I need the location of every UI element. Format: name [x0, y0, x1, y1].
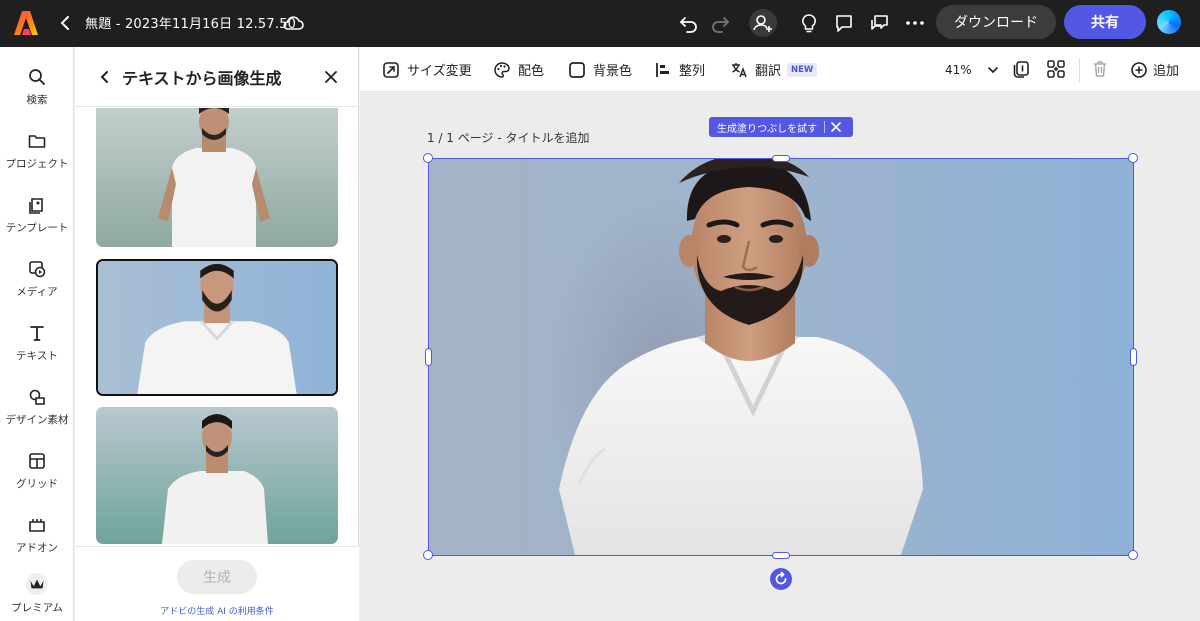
rail-item-label: プロジェクト — [5, 158, 69, 170]
share-button[interactable]: 共有 — [1064, 5, 1146, 39]
more-options-icon[interactable] — [904, 12, 926, 34]
shapes-icon — [29, 389, 45, 405]
zoom-level: 41% — [945, 62, 972, 77]
redo-icon[interactable] — [710, 12, 730, 34]
color-theme-button[interactable]: 配色 — [493, 47, 544, 92]
panel-title: テキストから画像生成 — [122, 69, 282, 88]
cloud-sync-icon[interactable] — [282, 12, 304, 34]
resize-icon — [383, 61, 399, 78]
rail-item-text[interactable]: テキスト — [0, 323, 74, 381]
resize-handle-bottom-right[interactable] — [1128, 550, 1138, 560]
rail-item-design-assets[interactable]: デザイン素材 — [0, 387, 74, 445]
toolbar-divider — [1079, 58, 1080, 82]
rotate-icon — [775, 571, 787, 585]
chevron-down-icon — [987, 66, 998, 73]
ai-terms-link[interactable]: アドビの生成 AI の利用条件 — [75, 604, 359, 617]
add-page-button[interactable]: 追加 — [1130, 47, 1179, 92]
media-icon — [29, 261, 46, 278]
rail-item-label: メディア — [16, 286, 58, 298]
close-icon[interactable] — [321, 67, 341, 87]
page-title-label[interactable]: 1 / 1 ページ - タイトルを追加 — [427, 129, 589, 146]
rail-item-templates[interactable]: テンプレート — [0, 195, 74, 253]
result-thumbnail-selected[interactable] — [96, 259, 338, 396]
resize-button[interactable]: サイズ変更 — [382, 47, 472, 92]
align-label: 整列 — [679, 64, 706, 79]
resize-handle-top[interactable] — [772, 155, 790, 162]
search-icon — [29, 69, 45, 85]
undo-icon[interactable] — [679, 12, 699, 34]
addon-icon — [29, 519, 45, 532]
generative-fill-tip-label: 生成塗りつぶしを試す — [717, 123, 818, 135]
chat-bubbles-icon[interactable] — [869, 12, 891, 34]
resize-label: サイズ変更 — [407, 64, 472, 79]
result-thumbnail[interactable] — [96, 407, 338, 544]
panel-back-icon[interactable] — [96, 67, 114, 87]
resize-handle-bottom[interactable] — [772, 552, 790, 559]
duplicate-page-icon[interactable] — [1011, 59, 1031, 79]
generate-button[interactable]: 生成 — [177, 560, 257, 594]
close-icon[interactable] — [831, 122, 841, 132]
resize-handle-right[interactable] — [1130, 348, 1137, 366]
rail-item-addons[interactable]: アドオン — [0, 515, 74, 573]
rail-item-label: プレミアム — [11, 602, 63, 614]
text-to-image-panel: テキストから画像生成 生成 アドビの生成 AI の利用条件 — [75, 47, 359, 621]
folder-icon — [28, 135, 46, 148]
left-rail: 検索 プロジェクト テンプレート メディア テキスト デザイン素材 グリッド ア… — [0, 47, 74, 621]
background-color-button[interactable]: 背景色 — [568, 47, 632, 92]
align-button[interactable]: 整列 — [654, 47, 705, 92]
translate-icon — [732, 62, 747, 77]
palette-icon — [494, 61, 510, 78]
rail-item-premium[interactable]: プレミアム — [0, 573, 74, 621]
panel-footer: 生成 アドビの生成 AI の利用条件 — [75, 546, 359, 621]
resize-handle-top-right[interactable] — [1128, 153, 1138, 163]
adobe-express-logo-icon[interactable] — [13, 9, 39, 37]
background-color-label: 背景色 — [593, 64, 633, 79]
rail-item-projects[interactable]: プロジェクト — [0, 131, 74, 189]
rail-item-label: アドオン — [16, 542, 58, 554]
tip-separator — [824, 121, 826, 133]
rail-item-label: テキスト — [16, 350, 58, 362]
canvas-image[interactable] — [429, 159, 1133, 555]
user-avatar[interactable] — [1157, 10, 1181, 34]
rail-item-search[interactable]: 検索 — [0, 67, 74, 125]
download-button[interactable]: ダウンロード — [936, 5, 1056, 39]
premium-crown-icon — [26, 573, 48, 595]
align-icon — [656, 62, 669, 77]
rail-item-grid[interactable]: グリッド — [0, 451, 74, 509]
rail-item-label: グリッド — [16, 478, 58, 490]
generative-fill-tip[interactable]: 生成塗りつぶしを試す — [709, 117, 853, 137]
top-bar: 無題 - 2023年11月16日 12.57.50 ダウンロード 共有 — [0, 0, 1200, 47]
edit-toolbar: サイズ変更 配色 背景色 整列 翻訳 NEW 41% 追加 — [360, 47, 1200, 92]
color-theme-label: 配色 — [518, 64, 545, 79]
template-icon — [29, 198, 43, 214]
grid-icon — [29, 453, 45, 469]
text-icon — [30, 326, 44, 341]
new-badge: NEW — [787, 62, 818, 77]
panel-header: テキストから画像生成 — [75, 47, 359, 107]
rail-item-label: 検索 — [26, 94, 48, 106]
resize-handle-left[interactable] — [425, 348, 432, 366]
document-title[interactable]: 無題 - 2023年11月16日 12.57.50 — [85, 13, 296, 32]
zoom-dropdown[interactable]: 41% — [945, 47, 1000, 92]
trash-icon[interactable] — [1090, 59, 1110, 79]
back-icon[interactable] — [57, 13, 75, 33]
add-label: 追加 — [1153, 64, 1180, 79]
result-thumbnail[interactable] — [96, 108, 338, 247]
rail-item-label: テンプレート — [5, 222, 69, 234]
arrange-layers-icon[interactable] — [1046, 59, 1066, 79]
background-color-icon — [569, 61, 585, 78]
invite-user-icon[interactable] — [749, 9, 777, 37]
lightbulb-icon[interactable] — [799, 12, 819, 34]
resize-handle-bottom-left[interactable] — [423, 550, 433, 560]
translate-label: 翻訳 — [755, 64, 782, 79]
plus-circle-icon — [1131, 61, 1147, 78]
rotate-handle[interactable] — [770, 568, 792, 590]
rail-item-label: デザイン素材 — [5, 414, 69, 426]
resize-handle-top-left[interactable] — [423, 153, 433, 163]
generated-results-list[interactable] — [75, 108, 359, 546]
translate-button[interactable]: 翻訳 NEW — [730, 47, 818, 92]
rail-item-media[interactable]: メディア — [0, 259, 74, 317]
comment-icon[interactable] — [834, 12, 854, 34]
